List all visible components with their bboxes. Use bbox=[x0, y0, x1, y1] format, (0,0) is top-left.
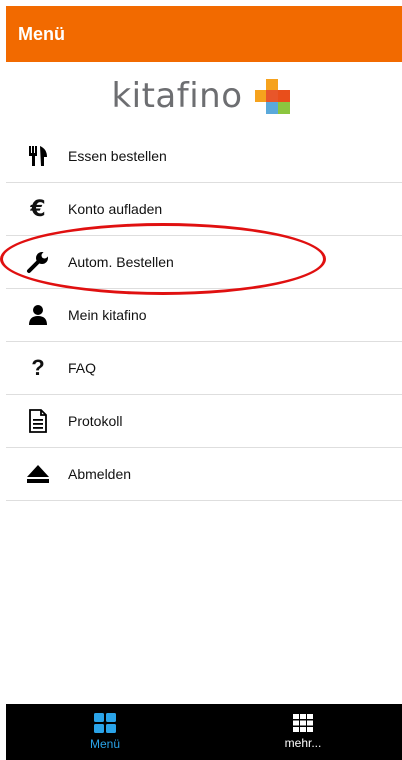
page-title: Menü bbox=[18, 23, 65, 44]
menu-item-essen-bestellen[interactable]: Essen bestellen bbox=[6, 130, 402, 183]
app-header: Menü bbox=[6, 6, 402, 62]
cutlery-icon bbox=[14, 145, 62, 167]
menu-item-protokoll[interactable]: Protokoll bbox=[6, 395, 402, 448]
tab-mehr[interactable]: mehr... bbox=[204, 704, 402, 760]
tab-menu[interactable]: Menü bbox=[6, 704, 204, 760]
menu-item-abmelden[interactable]: Abmelden bbox=[6, 448, 402, 501]
menu-item-label: Essen bestellen bbox=[68, 148, 167, 164]
menu-item-label: Abmelden bbox=[68, 466, 132, 482]
user-icon bbox=[14, 304, 62, 326]
tab-label: Menü bbox=[89, 737, 121, 751]
menu-item-faq[interactable]: ? FAQ bbox=[6, 342, 402, 395]
eject-icon bbox=[14, 464, 62, 484]
document-icon bbox=[14, 409, 62, 433]
menu-item-autom-bestellen[interactable]: Autom. Bestellen bbox=[6, 236, 402, 289]
apps-icon bbox=[293, 714, 313, 732]
menu-item-label: Mein kitafino bbox=[68, 307, 147, 323]
wrench-icon bbox=[14, 250, 62, 274]
menu-item-label: Protokoll bbox=[68, 413, 123, 429]
tab-label: mehr... bbox=[284, 736, 322, 750]
euro-icon: € bbox=[30, 196, 46, 222]
menu-item-konto-aufladen[interactable]: € Konto aufladen bbox=[6, 183, 402, 236]
menu-item-label: Konto aufladen bbox=[68, 201, 163, 217]
menu-item-label: FAQ bbox=[68, 360, 97, 376]
logo-text: kitafino bbox=[111, 76, 243, 116]
main-menu: Essen bestellen € Konto aufladen Autom. … bbox=[6, 130, 402, 501]
logo-cross-icon bbox=[254, 79, 290, 114]
bottom-navigation: Menü mehr... bbox=[6, 704, 402, 760]
question-icon: ? bbox=[31, 355, 45, 380]
grid-icon bbox=[94, 713, 116, 733]
menu-item-label: Autom. Bestellen bbox=[68, 254, 174, 270]
menu-item-mein-kitafino[interactable]: Mein kitafino bbox=[6, 289, 402, 342]
kitafino-logo: kitafino bbox=[0, 62, 402, 130]
